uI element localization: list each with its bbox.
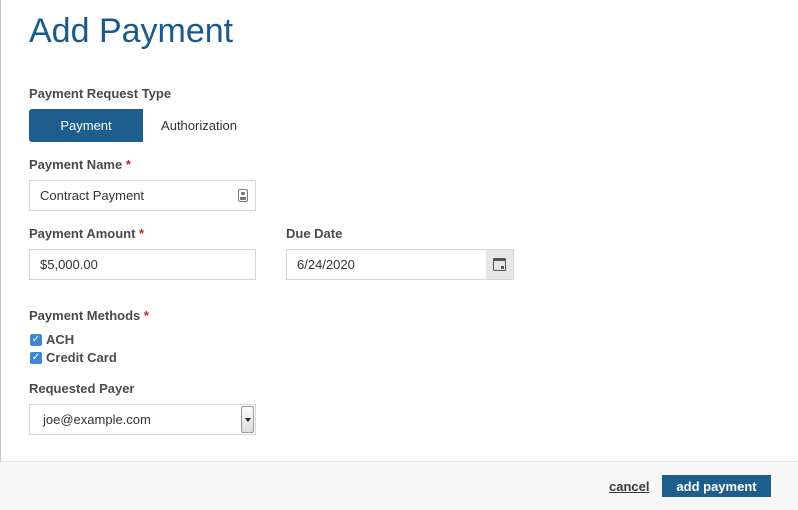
due-date-label: Due Date [286,226,343,241]
authorization-type-button[interactable]: Authorization [143,109,255,142]
payment-methods-label-text: Payment Methods [29,308,141,323]
request-type-toggle: Payment Authorization [29,109,255,142]
requested-payer-label: Requested Payer [29,381,135,396]
page-title: Add Payment [29,12,234,50]
dropdown-arrow-icon[interactable] [241,406,254,433]
payment-type-button[interactable]: Payment [29,109,143,142]
required-marker: * [143,308,149,323]
calendar-button[interactable] [486,249,514,280]
payment-name-field[interactable]: Contract Payment [29,180,256,211]
credit-card-checkbox[interactable]: ✓ [30,351,42,364]
request-type-label: Payment Request Type [29,86,172,101]
payment-name-label-text: Payment Name [29,157,123,172]
payment-amount-field[interactable]: $5,000.00 [29,249,256,280]
payment-amount-label-text: Payment Amount [29,226,136,241]
payment-amount-label: Payment Amount * [29,226,144,241]
cancel-link[interactable]: cancel [609,479,649,494]
required-marker: * [139,226,145,241]
ach-label: ACH [46,332,75,347]
dialog-left-border [0,0,1,509]
calendar-icon [493,258,506,271]
ach-option[interactable]: ✓ ACH [30,332,74,347]
payment-name-label: Payment Name * [29,157,131,172]
requested-payer-value: joe@example.com [43,412,151,427]
required-marker: * [125,157,131,172]
payment-methods-label: Payment Methods * [29,308,149,323]
credit-card-option[interactable]: ✓ Credit Card [30,350,117,365]
add-payment-button[interactable]: add payment [662,475,771,497]
credit-card-label: Credit Card [46,350,117,365]
contact-card-icon[interactable] [238,189,248,202]
ach-checkbox[interactable]: ✓ [30,333,42,346]
due-date-field[interactable]: 6/24/2020 [286,249,487,280]
payment-amount-value: $5,000.00 [40,257,98,272]
due-date-value: 6/24/2020 [297,257,355,272]
requested-payer-select[interactable]: joe@example.com [29,404,256,435]
payment-name-value: Contract Payment [40,188,145,203]
